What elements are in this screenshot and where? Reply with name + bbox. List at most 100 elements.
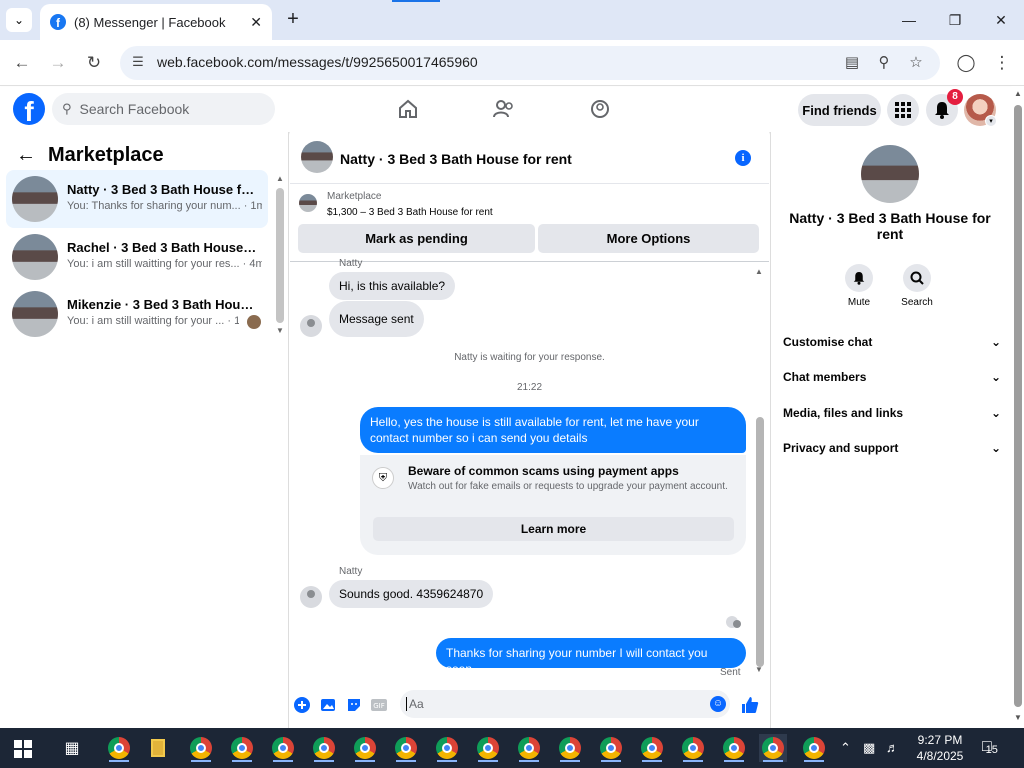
sticker-icon[interactable]: [345, 696, 363, 714]
conversation-item[interactable]: Rachel · 3 Bed 3 Bath House for... You: …: [6, 228, 268, 286]
customise-chat-section[interactable]: Customise chat ⌄: [783, 332, 1001, 352]
minimize-button[interactable]: —: [886, 0, 932, 40]
chrome-taskbar-icon[interactable]: [679, 734, 707, 762]
facebook-favicon-icon: f: [50, 14, 66, 30]
message-bubble[interactable]: Message sent: [329, 301, 424, 337]
panel-title: Marketplace: [48, 144, 164, 166]
conversation-item[interactable]: Mikenzie · 3 Bed 3 Bath Hous... You: i a…: [6, 285, 268, 343]
groups-icon[interactable]: [588, 97, 612, 121]
bookmark-star-icon[interactable]: ☆: [906, 53, 926, 73]
chrome-taskbar-icon[interactable]: [310, 734, 338, 762]
chrome-taskbar-icon[interactable]: [269, 734, 297, 762]
friends-icon[interactable]: [492, 97, 516, 121]
chrome-taskbar-icon[interactable]: [187, 734, 215, 762]
browser-menu-icon[interactable]: ⋮: [990, 51, 1014, 75]
chrome-taskbar-icon[interactable]: [433, 734, 461, 762]
show-hidden-icons-icon[interactable]: ⌃: [840, 740, 851, 756]
section-label: Customise chat: [783, 335, 873, 349]
contact-avatar[interactable]: [861, 145, 919, 203]
chat-avatar[interactable]: [301, 141, 333, 173]
page-scrollbar[interactable]: ▲ ▼: [1012, 87, 1024, 728]
chrome-taskbar-icon[interactable]: [720, 734, 748, 762]
chat-scrollbar[interactable]: ▲ ▼: [755, 267, 765, 677]
task-view-icon[interactable]: ▦: [58, 734, 86, 762]
chat-panel: Natty · 3 Bed 3 Bath House for rent i Ma…: [290, 132, 769, 728]
chrome-taskbar-icon[interactable]: [556, 734, 584, 762]
list-scrollbar[interactable]: ▲ ▼: [276, 174, 284, 335]
message-input[interactable]: Aa ☺: [400, 690, 730, 718]
install-app-icon[interactable]: ▤: [842, 53, 862, 73]
action-center-icon[interactable]: □15: [982, 738, 1008, 760]
listing-thumbnail: [299, 194, 317, 212]
chat-title[interactable]: Natty · 3 Bed 3 Bath House for rent: [340, 151, 572, 167]
mark-as-pending-button[interactable]: Mark as pending: [298, 224, 535, 253]
sender-avatar[interactable]: [300, 586, 322, 608]
chrome-taskbar-icon[interactable]: [351, 734, 379, 762]
add-icon[interactable]: [293, 696, 311, 714]
reload-icon[interactable]: ↻: [82, 51, 106, 75]
more-options-button[interactable]: More Options: [538, 224, 759, 253]
site-info-icon[interactable]: ☰: [128, 54, 148, 72]
info-icon[interactable]: i: [735, 150, 751, 166]
facebook-logo-icon[interactable]: f: [13, 93, 45, 125]
outgoing-message-bubble[interactable]: Thanks for sharing your number I will co…: [436, 638, 746, 676]
outgoing-message-bubble[interactable]: Hello, yes the house is still available …: [360, 407, 746, 453]
chrome-taskbar-icon[interactable]: [474, 734, 502, 762]
chrome-taskbar-icon[interactable]: [800, 734, 828, 762]
learn-more-button[interactable]: Learn more: [373, 517, 734, 541]
chrome-taskbar-icon[interactable]: [105, 734, 133, 762]
chevron-down-icon[interactable]: ▾: [985, 115, 997, 127]
back-icon[interactable]: ←: [10, 51, 34, 75]
chat-members-section[interactable]: Chat members ⌄: [783, 367, 1001, 387]
chrome-taskbar-icon[interactable]: [597, 734, 625, 762]
read-receipt-avatar: [726, 616, 741, 628]
search-placeholder: Search Facebook: [79, 101, 190, 117]
back-arrow-icon[interactable]: ←: [16, 144, 36, 167]
media-files-links-section[interactable]: Media, files and links ⌄: [783, 403, 1001, 423]
search-label: Search: [901, 297, 933, 308]
windows-start-icon[interactable]: [14, 740, 32, 758]
tab-title: (8) Messenger | Facebook: [74, 14, 226, 30]
find-friends-button[interactable]: Find friends: [798, 94, 881, 126]
listing-price[interactable]: $1,300 – 3 Bed 3 Bath House for rent: [327, 207, 493, 218]
chrome-taskbar-icon[interactable]: [392, 734, 420, 762]
emoji-icon[interactable]: ☺: [710, 696, 726, 712]
chrome-taskbar-icon[interactable]: [638, 734, 666, 762]
file-explorer-icon[interactable]: [144, 734, 172, 762]
url-text[interactable]: web.facebook.com/messages/t/992565001746…: [157, 54, 478, 70]
message-bubble[interactable]: Sounds good. 4359624870: [329, 580, 494, 608]
zoom-icon[interactable]: ⚲: [874, 53, 894, 73]
sender-avatar[interactable]: [300, 315, 322, 337]
conversation-item[interactable]: Natty · 3 Bed 3 Bath House for r... You:…: [6, 170, 268, 228]
photo-icon[interactable]: [319, 696, 337, 714]
timestamp-separator: 21:22: [516, 382, 543, 393]
new-tab-button[interactable]: +: [282, 8, 304, 32]
home-icon[interactable]: [396, 97, 420, 121]
forward-icon[interactable]: →: [46, 51, 70, 75]
search-icon[interactable]: [903, 264, 931, 292]
restore-button[interactable]: ❐: [932, 0, 978, 40]
mute-action[interactable]: Mute: [829, 264, 889, 308]
network-icon[interactable]: ▩: [863, 740, 875, 756]
chrome-taskbar-icon[interactable]: [515, 734, 543, 762]
chrome-taskbar-icon-active[interactable]: [759, 734, 787, 762]
tab-close-icon[interactable]: ✕: [250, 14, 262, 31]
tab-search-button[interactable]: ⌄: [6, 8, 32, 32]
privacy-support-section[interactable]: Privacy and support ⌄: [783, 438, 1001, 458]
message-bubble[interactable]: Hi, is this available?: [329, 272, 456, 300]
chrome-taskbar-icon[interactable]: [228, 734, 256, 762]
profile-icon[interactable]: ◯: [954, 51, 978, 75]
bell-icon[interactable]: [845, 264, 873, 292]
search-action[interactable]: Search: [887, 264, 947, 308]
address-bar[interactable]: ☰ web.facebook.com/messages/t/9925650017…: [120, 46, 940, 80]
window-close-button[interactable]: ✕: [978, 0, 1024, 40]
sender-name: Natty: [339, 566, 363, 577]
facebook-search-input[interactable]: ⚲ Search Facebook: [52, 93, 275, 125]
thumbs-up-icon[interactable]: [741, 696, 759, 714]
menu-grid-icon[interactable]: [887, 94, 919, 126]
browser-tab[interactable]: f (8) Messenger | Facebook ✕: [40, 4, 272, 40]
gif-icon[interactable]: GIF: [370, 696, 388, 714]
volume-icon[interactable]: ♬: [886, 740, 899, 755]
clock[interactable]: 9:27 PM 4/8/2025: [905, 732, 975, 764]
message-thread: Natty Hi, is this available? Message sen…: [290, 258, 769, 682]
